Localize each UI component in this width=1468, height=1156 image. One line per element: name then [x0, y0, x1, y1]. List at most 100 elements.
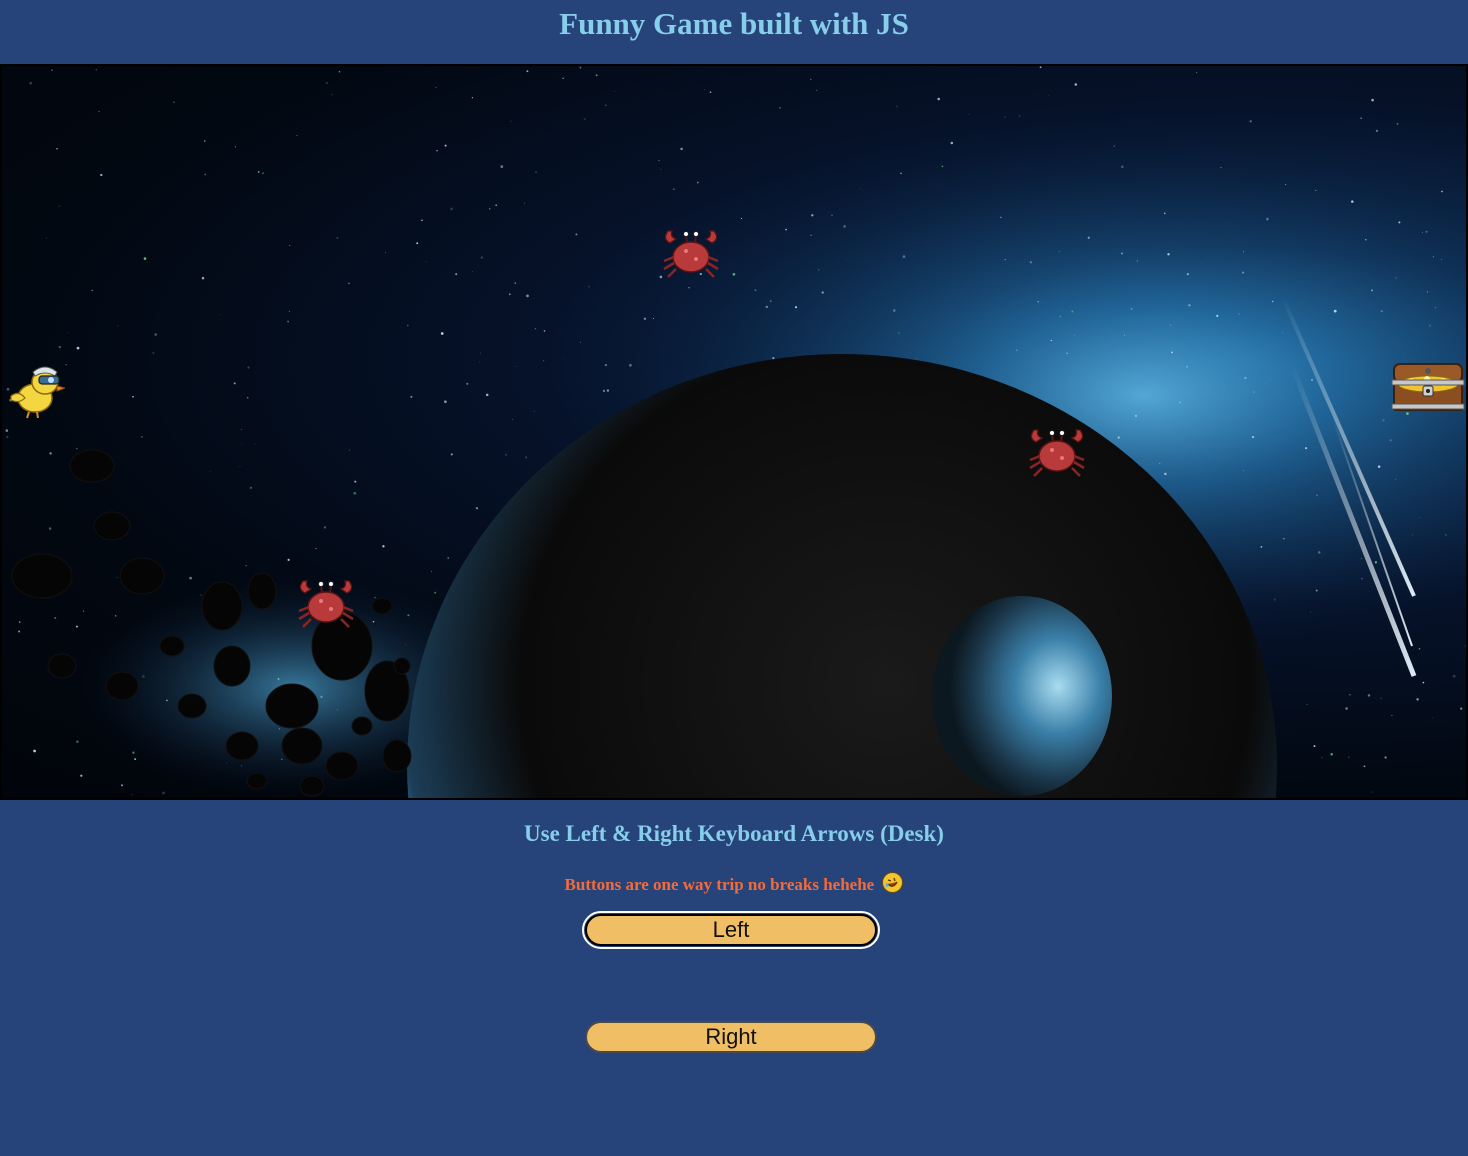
star — [289, 244, 291, 247]
star — [811, 214, 814, 217]
star — [132, 396, 134, 398]
star — [1360, 557, 1363, 560]
star — [525, 456, 528, 459]
star — [1441, 190, 1443, 193]
star — [1371, 791, 1373, 793]
star — [846, 259, 847, 260]
star — [416, 242, 419, 245]
star — [562, 77, 564, 79]
star — [1019, 115, 1021, 117]
star — [435, 86, 437, 88]
star — [281, 758, 283, 760]
star — [1464, 645, 1466, 647]
star — [100, 173, 103, 177]
star — [602, 389, 606, 393]
star — [1412, 534, 1414, 536]
star — [1421, 231, 1423, 233]
star — [75, 625, 78, 628]
star — [709, 91, 712, 93]
star — [372, 620, 375, 623]
star — [76, 448, 78, 450]
right-button[interactable]: Right — [585, 1021, 877, 1053]
star — [1317, 551, 1321, 554]
star — [166, 699, 168, 702]
star — [1059, 315, 1062, 318]
star — [1305, 447, 1308, 450]
star — [19, 621, 21, 623]
star — [950, 141, 954, 145]
star — [204, 140, 206, 142]
star — [450, 207, 453, 211]
star — [1188, 304, 1191, 307]
star — [816, 89, 818, 92]
star — [1419, 517, 1421, 519]
star — [1196, 72, 1198, 73]
game-canvas[interactable] — [0, 64, 1468, 800]
star — [1164, 472, 1167, 476]
star — [629, 363, 632, 367]
note-label: Buttons are one way trip no breaks heheh… — [564, 875, 875, 894]
star — [1251, 435, 1255, 439]
star — [1460, 707, 1463, 710]
star — [287, 320, 289, 323]
star — [315, 547, 317, 550]
star — [277, 677, 280, 681]
star — [142, 675, 145, 678]
star — [1389, 439, 1392, 442]
left-button[interactable]: Left — [582, 911, 880, 949]
star — [162, 791, 165, 795]
star — [200, 594, 202, 596]
star — [1445, 534, 1447, 536]
star — [1380, 310, 1383, 313]
star — [1360, 117, 1362, 119]
star — [278, 728, 281, 730]
star — [579, 66, 582, 69]
goal-treasure-chest — [1391, 360, 1465, 414]
star — [1071, 310, 1074, 313]
star — [606, 389, 610, 392]
star — [296, 135, 298, 137]
star — [613, 91, 615, 93]
star — [1037, 301, 1039, 303]
star — [508, 293, 511, 296]
star — [338, 70, 341, 73]
star — [430, 570, 432, 572]
star — [1134, 414, 1138, 418]
star — [605, 104, 607, 106]
star — [219, 313, 221, 315]
star — [543, 360, 545, 362]
star — [810, 234, 812, 236]
star — [769, 300, 772, 302]
star — [472, 271, 474, 272]
star — [562, 358, 563, 359]
star — [900, 172, 902, 174]
star — [1434, 306, 1437, 309]
star — [680, 147, 683, 151]
star — [67, 332, 69, 334]
star — [65, 364, 67, 366]
star — [287, 558, 290, 561]
star — [772, 357, 775, 360]
star — [76, 740, 79, 743]
star — [240, 765, 242, 767]
star — [1004, 259, 1006, 261]
star — [810, 78, 812, 80]
star — [354, 480, 357, 483]
star — [116, 577, 118, 578]
star — [1426, 291, 1429, 293]
player-chick — [5, 360, 65, 420]
star — [444, 144, 447, 147]
star — [1382, 419, 1385, 422]
star — [785, 228, 787, 231]
star — [48, 527, 52, 530]
star — [1422, 681, 1425, 684]
star — [860, 188, 862, 190]
crab-icon — [298, 580, 354, 628]
star — [660, 168, 662, 170]
star — [643, 317, 647, 320]
star — [1273, 598, 1276, 601]
star — [1186, 273, 1189, 276]
star — [436, 150, 438, 152]
star — [1186, 365, 1189, 368]
star — [916, 358, 918, 360]
